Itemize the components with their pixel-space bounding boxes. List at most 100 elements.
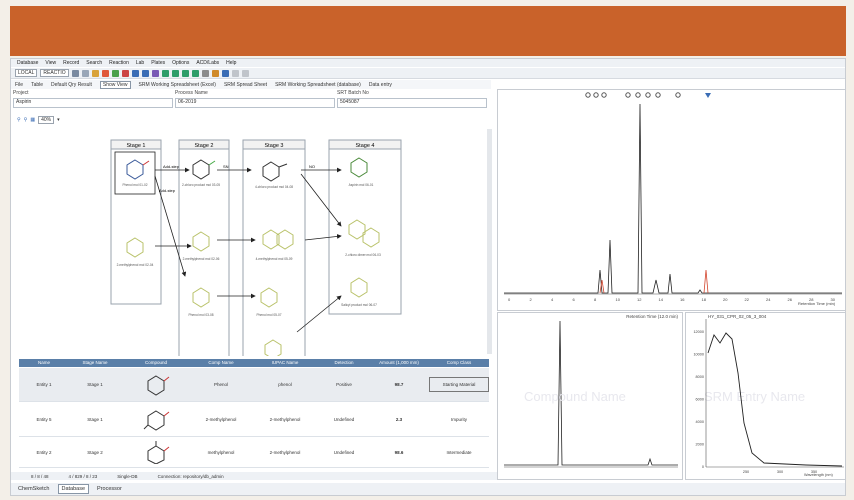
cell-amount: 98.6 [394, 450, 404, 455]
new-icon[interactable] [81, 69, 89, 77]
col-amount[interactable]: Amount (1,000 mm) [369, 359, 429, 367]
chrom-tick-label: 22 [745, 297, 750, 302]
scheme-scrollbar[interactable] [487, 129, 492, 354]
filter-icon[interactable] [211, 69, 219, 77]
table-icon[interactable] [221, 69, 229, 77]
prev-record-icon[interactable] [171, 69, 179, 77]
project-input[interactable]: Aspirin [13, 98, 173, 108]
nav-srm-database[interactable]: SRM Working Spreadsheet (database) [275, 82, 361, 88]
next-record-icon[interactable] [181, 69, 189, 77]
nav-srm-sheet[interactable]: SRM Spread Sheet [224, 82, 267, 88]
stage-3-box [242, 139, 306, 356]
uv-y-tick-label: 4000 [696, 420, 704, 424]
peak-marker[interactable] [585, 92, 591, 98]
cell-structure [121, 407, 191, 432]
scheme-canvas: Stage 1 Stage 2 Stage 3 Stage 4 Add-step… [110, 139, 402, 356]
mol-label-s1b: 2-methylphenol mol 02-04 [117, 263, 154, 267]
last-record-icon[interactable] [191, 69, 199, 77]
print-icon[interactable] [141, 69, 149, 77]
application-window: Database View Record Search Reaction Lab… [10, 58, 846, 496]
table-row[interactable]: Entity 5 Stage 1 2-methylphenol 2-methyl… [19, 403, 489, 437]
mol-label-s2b: 2-methylphenol mol 02-06 [183, 257, 220, 261]
menu-database[interactable]: Database [17, 60, 38, 66]
uv-axis-label: Wavelength (nm) [804, 473, 834, 477]
export-icon[interactable] [241, 69, 249, 77]
table-row[interactable]: Entity 1 Stage 1 Phenol phenol Positive … [19, 368, 489, 402]
peak-marker[interactable] [593, 92, 599, 98]
zoom-in-icon[interactable]: ⚲ [17, 117, 21, 123]
first-record-icon[interactable] [161, 69, 169, 77]
open-icon[interactable] [71, 69, 79, 77]
peak-chromatogram-panel: Retention Time (12.0 min) Compound Name [497, 312, 683, 480]
local-db-selector[interactable]: LOCAL [15, 69, 38, 77]
col-compound[interactable]: Compound [121, 359, 191, 367]
folder-icon[interactable] [91, 69, 99, 77]
menu-acdlabs[interactable]: ACD/Labs [196, 60, 219, 66]
tab-chemsketch[interactable]: ChemSketch [14, 484, 54, 494]
peak-marker[interactable] [635, 92, 641, 98]
check-icon[interactable] [111, 69, 119, 77]
nav-show-view[interactable]: Show View [99, 80, 131, 89]
col-stage[interactable]: Stage Name [69, 359, 121, 367]
cell-detection: Undefined [333, 450, 355, 455]
project-label: Project [13, 90, 29, 96]
col-name[interactable]: Name [19, 359, 69, 367]
nav-srm-excel[interactable]: SRM Working Spreadsheet (Excel) [139, 82, 216, 88]
arrow-label-1: Add-step [163, 164, 180, 169]
menu-lab[interactable]: Lab [136, 60, 144, 66]
peak-marker[interactable] [655, 92, 661, 98]
stage-1-title: Stage 1 [127, 143, 146, 149]
nav-data-entry[interactable]: Data entry [369, 82, 392, 88]
nav-default-query[interactable]: Default Qry Result [51, 82, 92, 88]
delete-icon[interactable] [101, 69, 109, 77]
cell-class[interactable]: Starting Material [429, 377, 489, 392]
view-icon[interactable] [151, 69, 159, 77]
col-comp-name[interactable]: Comp Name [191, 359, 251, 367]
menu-view[interactable]: View [45, 60, 56, 66]
menu-record[interactable]: Record [63, 60, 79, 66]
nav-table[interactable]: Table [31, 82, 43, 88]
col-iupac[interactable]: IUPAC Name [251, 359, 319, 367]
peak-marker[interactable] [645, 92, 651, 98]
menu-reaction[interactable]: Reaction [109, 60, 129, 66]
chromatogram-trace [504, 103, 842, 294]
chevron-down-icon[interactable]: ▾ [57, 117, 60, 123]
settings-icon[interactable] [231, 69, 239, 77]
zoom-out-icon[interactable]: ⚲ [24, 117, 28, 123]
nav-file[interactable]: File [15, 82, 23, 88]
zoom-select[interactable]: 40% [38, 116, 55, 124]
menu-options[interactable]: Options [172, 60, 189, 66]
menu-help[interactable]: Help [226, 60, 236, 66]
bottom-tabs: ChemSketch Database Processor [11, 483, 845, 495]
peak-marker[interactable] [625, 92, 631, 98]
table-header: Name Stage Name Compound Comp Name IUPAC… [19, 359, 489, 367]
zoom-fit-icon[interactable]: ▦ [30, 117, 35, 123]
menu-plates[interactable]: Plates [151, 60, 165, 66]
status-mode: Single-DB [117, 473, 138, 479]
reaction-db-selector[interactable]: REACTIO [40, 69, 69, 77]
search-icon[interactable] [201, 69, 209, 77]
current-marker[interactable] [705, 93, 711, 98]
save-icon[interactable] [131, 69, 139, 77]
col-class[interactable]: Comp Class [429, 359, 489, 367]
batch-input[interactable]: 5045087 [337, 98, 487, 108]
uv-y-tick-label: 6000 [696, 398, 704, 402]
peak-marker[interactable] [675, 92, 681, 98]
stage-1-box [110, 139, 162, 305]
chrom-tick-labels: 0 2 4 6 8 10 12 14 16 18 20 22 24 26 28 30 [508, 297, 836, 302]
tab-processor[interactable]: Processor [93, 484, 126, 494]
tab-database[interactable]: Database [57, 484, 90, 494]
stage-2-box [178, 139, 230, 356]
process-input[interactable]: 06-2019 [175, 98, 335, 108]
col-detection[interactable]: Detection [319, 359, 369, 367]
table-row[interactable]: Entity 2 Stage 2 methylphenol 2-methylph… [19, 438, 489, 468]
batch-field: SRT Batch No 5045087 [337, 90, 487, 112]
project-field: Project Aspirin [13, 90, 173, 112]
peak-marker[interactable] [601, 92, 607, 98]
menu-search[interactable]: Search [86, 60, 102, 66]
cancel-icon[interactable] [121, 69, 129, 77]
zoom-controls: ⚲ ⚲ ▦ 40% ▾ [17, 116, 60, 124]
chrom-tick-label: 24 [766, 297, 771, 302]
top-banner [10, 6, 846, 56]
status-records: 8 / 8 / 48 [31, 473, 49, 479]
